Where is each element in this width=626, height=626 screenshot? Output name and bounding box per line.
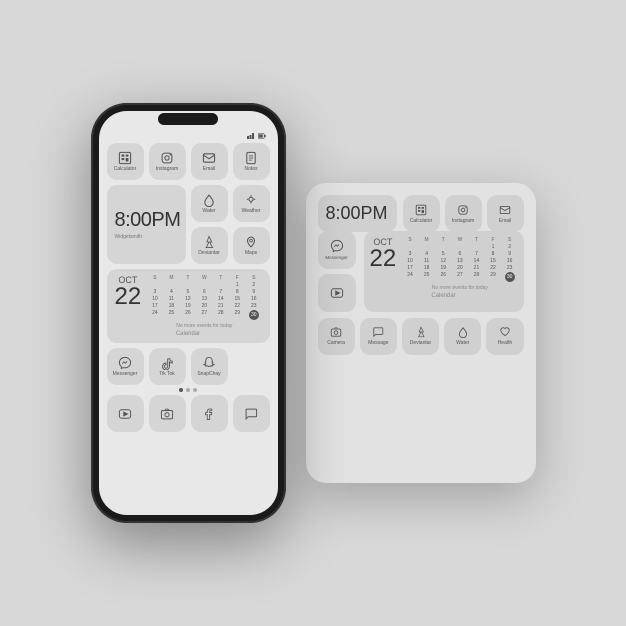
phone-cal-grid: SMTWTFS 12 3456789 10111213141516 171819…: [147, 275, 261, 320]
app-icon-empty: [233, 348, 270, 385]
tablet-app-youtube[interactable]: [318, 274, 356, 312]
app-label: Water: [456, 340, 469, 346]
tablet-clock-widget: 8:00PM: [318, 195, 397, 232]
tablet-app-deviantar[interactable]: Deviantar: [402, 318, 439, 355]
phone-cal-no-events: No more events for today: [147, 323, 261, 329]
phone-screen: Calculator Instagram Email Notes: [99, 111, 278, 515]
app-label: Email: [499, 218, 512, 224]
app-icon-email[interactable]: Email: [191, 143, 228, 180]
app-icon-youtube[interactable]: [107, 395, 144, 432]
app-icon-weather[interactable]: Weather: [233, 185, 270, 222]
tablet-app-camera[interactable]: Camera: [318, 318, 355, 355]
app-label: Message: [368, 340, 388, 346]
tablet-cal-day: 22: [370, 247, 397, 271]
app-label: Instagram: [156, 167, 178, 172]
tablet-app-messenger[interactable]: Messenger: [318, 231, 356, 269]
app-icon-deviantar[interactable]: Deviantar: [191, 227, 228, 264]
phone-cal-today: 30: [249, 310, 259, 320]
phone-middle-row: 8:00PM Widgetsmith Water Weather Deviant…: [107, 185, 270, 264]
tablet-app-email[interactable]: Email: [487, 195, 524, 232]
phone-calendar-widget: Oct 22 SMTWTFS 12 3456789 10111213141516…: [107, 269, 270, 343]
app-label: Calculator: [410, 218, 433, 224]
phone-status-bar: [107, 133, 270, 143]
phone-dock: [107, 395, 270, 432]
app-label: SnapChay: [197, 372, 220, 377]
phone-top-icons: Calculator Instagram Email Notes: [107, 143, 270, 180]
phone-clock-widget: 8:00PM Widgetsmith: [107, 185, 186, 264]
dot-1: [179, 388, 183, 392]
tablet-app-message[interactable]: Message: [360, 318, 397, 355]
tablet-calendar-widget: Oct 22 SMTWTFS 12 3456789 10111213141516…: [364, 231, 524, 312]
dot-3: [193, 388, 197, 392]
tablet-mockup: 8:00PM Calculator Instagram Email: [306, 183, 536, 483]
tablet-app-calculator[interactable]: Calculator: [403, 195, 440, 232]
dot-2: [186, 388, 190, 392]
tablet-cal-grid: SMTWTFS 12 3456789 10111213141516 171819…: [402, 237, 517, 282]
app-label: Tik Tok: [159, 372, 175, 377]
app-icon-maps[interactable]: Maps: [233, 227, 270, 264]
tablet-bottom-icons: Camera Message Deviantar Water Health: [318, 318, 524, 355]
battery-icon: [258, 133, 266, 139]
app-label: Deviantar: [198, 251, 219, 256]
app-icon-snapchat[interactable]: SnapChay: [191, 348, 228, 385]
tablet-clock-time: 8:00PM: [326, 203, 389, 224]
scene: Calculator Instagram Email Notes: [91, 103, 536, 523]
app-icon-instagram[interactable]: Instagram: [149, 143, 186, 180]
tablet-app-water[interactable]: Water: [444, 318, 481, 355]
app-icon-water[interactable]: Water: [191, 185, 228, 222]
app-label: Messenger: [113, 372, 138, 377]
tablet-cal-title: Calendar: [370, 293, 518, 299]
app-label: Water: [202, 209, 215, 214]
app-label: Messenger: [325, 255, 347, 260]
app-label: Instagram: [452, 218, 474, 224]
app-icon-camera[interactable]: [149, 395, 186, 432]
app-label: Deviantar: [410, 340, 431, 346]
app-label: Weather: [242, 209, 261, 214]
tablet-app-instagram[interactable]: Instagram: [445, 195, 482, 232]
tablet-cal-no-events: No more events for today: [402, 285, 517, 291]
phone-clock-label: Widgetsmith: [115, 234, 143, 240]
tablet-app-health[interactable]: Health: [486, 318, 523, 355]
phone-mockup: Calculator Instagram Email Notes: [91, 103, 286, 523]
phone-clock-time: 8:00PM: [115, 209, 181, 232]
app-label: Health: [498, 340, 512, 346]
app-label: Camera: [327, 340, 345, 346]
app-label: Calculator: [114, 167, 137, 172]
app-icon-messenger[interactable]: Messenger: [107, 348, 144, 385]
phone-cal-day: 22: [115, 285, 142, 309]
phone-notch: [158, 113, 218, 125]
app-label: Email: [203, 167, 216, 172]
phone-cal-title: Calendar: [115, 331, 262, 337]
app-label: Maps: [245, 251, 257, 256]
app-icon-notes[interactable]: Notes: [233, 143, 270, 180]
phone-bottom-icons: Messenger Tik Tok SnapChay: [107, 348, 270, 385]
app-label: Notes: [244, 167, 257, 172]
app-icon-facebook[interactable]: [191, 395, 228, 432]
app-icon-tiktok[interactable]: Tik Tok: [149, 348, 186, 385]
signal-icon: [247, 133, 255, 139]
phone-page-dots: [107, 388, 270, 392]
tablet-cal-today: 30: [505, 272, 515, 282]
app-icon-calculator[interactable]: Calculator: [107, 143, 144, 180]
app-icon-messages[interactable]: [233, 395, 270, 432]
